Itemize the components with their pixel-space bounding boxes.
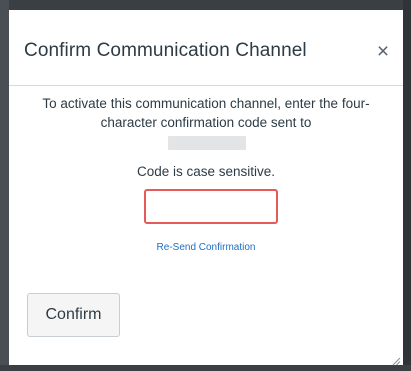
confirm-button[interactable]: Confirm <box>27 293 120 337</box>
resend-confirmation-link[interactable]: Re-Send Confirmation <box>9 242 403 253</box>
case-sensitive-note: Code is case sensitive. <box>136 164 276 179</box>
page-backdrop <box>0 0 9 365</box>
close-button[interactable]: × <box>373 41 393 63</box>
instructions-text: To activate this communication channel, … <box>42 96 370 130</box>
dialog-title: Confirm Communication Channel <box>24 40 307 61</box>
close-icon: × <box>376 40 390 63</box>
dialog-header: Confirm Communication Channel × <box>9 10 403 86</box>
resize-grip-icon[interactable] <box>391 353 401 366</box>
redacted-address <box>168 136 246 150</box>
confirm-channel-dialog: Confirm Communication Channel × To activ… <box>9 10 403 366</box>
confirmation-code-input[interactable] <box>144 189 278 224</box>
page-backdrop-right <box>403 0 411 365</box>
